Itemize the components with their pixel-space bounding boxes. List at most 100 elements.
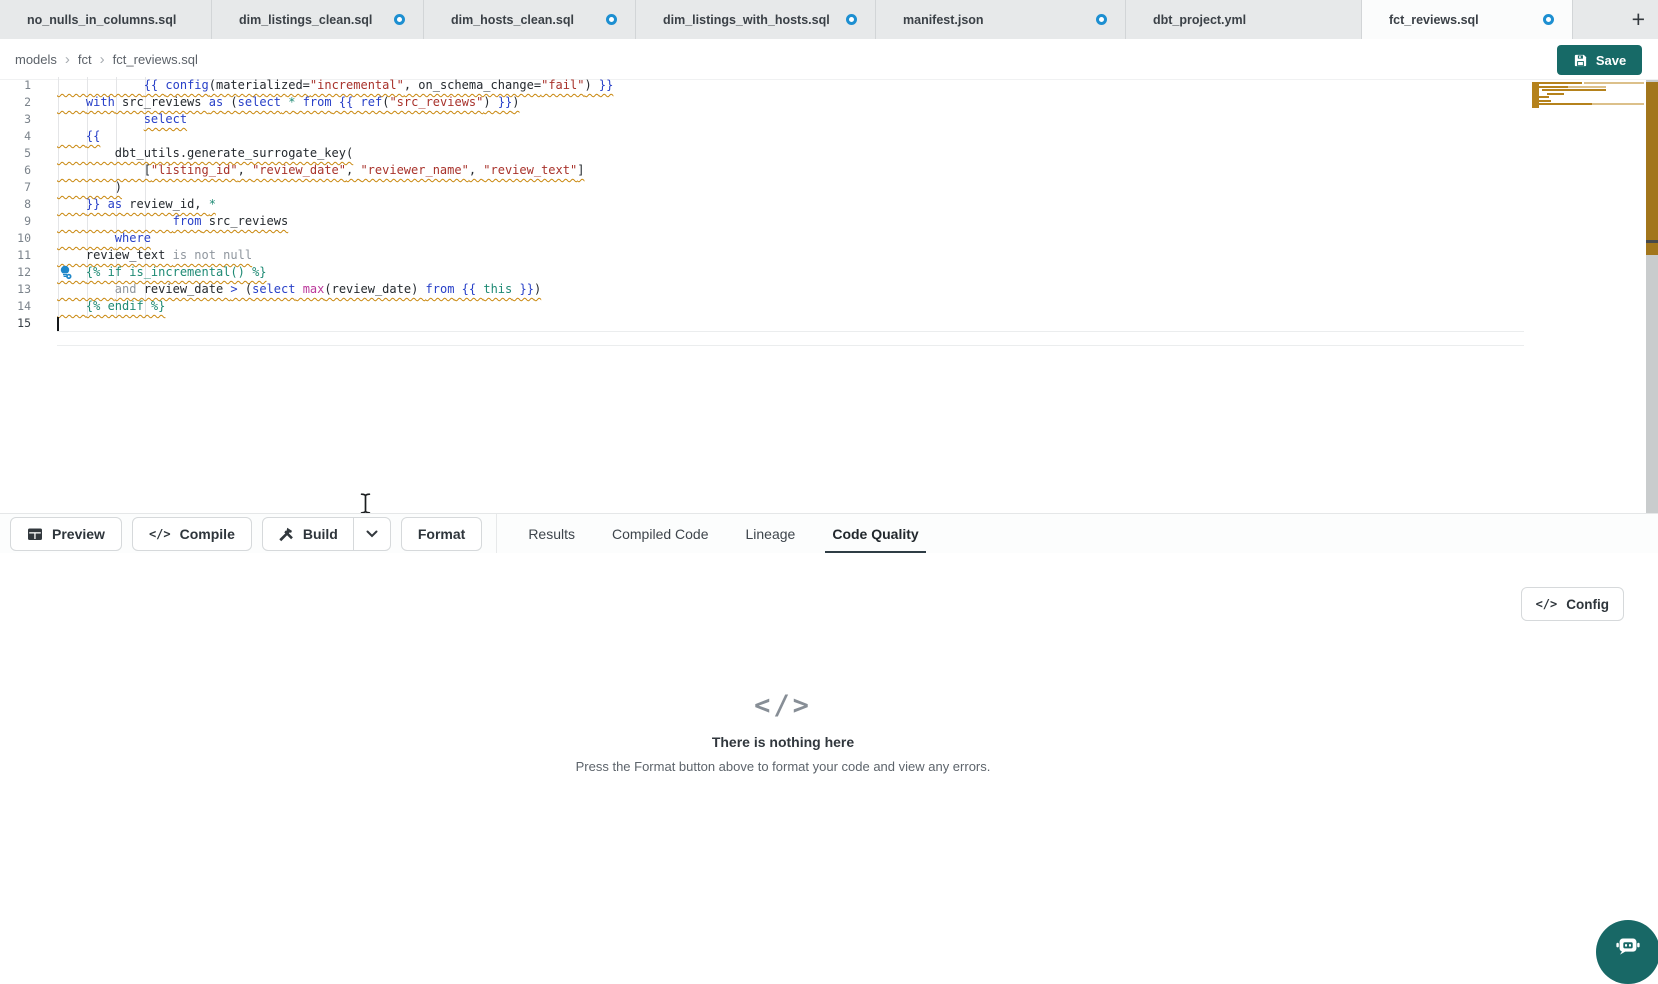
line-content: select — [57, 111, 187, 128]
line-number: 2 — [0, 94, 31, 111]
save-button[interactable]: Save — [1557, 45, 1642, 75]
text-caret — [57, 317, 59, 331]
code-line-1[interactable]: 1 {{ config(materialized="incremental", … — [0, 77, 1524, 94]
format-label: Format — [418, 526, 465, 542]
line-number: 12 — [0, 264, 31, 281]
code-icon: </> — [1536, 597, 1558, 611]
code-slash-icon: </> — [0, 690, 1566, 721]
line-number: 15 — [0, 315, 31, 332]
breadcrumb-item-fct[interactable]: fct — [78, 52, 92, 67]
unsaved-dot — [394, 14, 405, 25]
line-number: 7 — [0, 179, 31, 196]
preview-label: Preview — [52, 526, 105, 542]
chatbot-button[interactable] — [1596, 920, 1658, 984]
config-label: Config — [1566, 597, 1609, 612]
line-content: ["listing_id", "review_date", "reviewer_… — [57, 162, 584, 179]
build-label: Build — [303, 526, 338, 542]
code-line-5[interactable]: 5 dbt_utils.generate_surrogate_key( — [0, 145, 1524, 162]
panel-tab-compiled-code[interactable]: Compiled Code — [612, 514, 709, 554]
chevron-down-icon — [366, 530, 378, 538]
line-content: {{ config(materialized="incremental", on… — [57, 77, 613, 94]
code-line-13[interactable]: 13 and review_date > (select max(review_… — [0, 281, 1524, 298]
file-tab-dim_hosts_clean.sql[interactable]: dim_hosts_clean.sql — [424, 0, 636, 39]
breadcrumb-item-models[interactable]: models — [15, 52, 57, 67]
line-content: dbt_utils.generate_surrogate_key( — [57, 145, 353, 162]
tab-label: dim_hosts_clean.sql — [451, 13, 574, 27]
minimap[interactable] — [1524, 80, 1644, 513]
file-tab-manifest.json[interactable]: manifest.json — [876, 0, 1126, 39]
line-number: 3 — [0, 111, 31, 128]
line-number: 14 — [0, 298, 31, 315]
overview-ruler-scrollbar[interactable] — [1646, 80, 1658, 513]
panel-tab-label: Lineage — [746, 526, 796, 542]
line-number: 10 — [0, 230, 31, 247]
code-quality-panel: </> Config </> There is nothing here Pre… — [0, 553, 1658, 955]
save-label: Save — [1596, 53, 1626, 68]
compile-label: Compile — [180, 526, 235, 542]
line-content: {{ — [57, 128, 100, 145]
line-number: 8 — [0, 196, 31, 213]
unsaved-dot — [606, 14, 617, 25]
code-lines: 1 {{ config(materialized="incremental", … — [0, 77, 1524, 332]
unsaved-dot — [1096, 14, 1107, 25]
code-line-10[interactable]: 10 where — [0, 230, 1524, 247]
code-line-11[interactable]: 11 review_text is not null — [0, 247, 1524, 264]
toolbar-divider — [496, 514, 497, 554]
tab-strip: no_nulls_in_columns.sql dim_listings_clea… — [0, 0, 1573, 39]
file-tab-no_nulls_in_columns.sql[interactable]: no_nulls_in_columns.sql — [0, 0, 212, 39]
code-line-3[interactable]: 3 select — [0, 111, 1524, 128]
tab-label: dbt_project.yml — [1153, 13, 1246, 27]
code-line-15[interactable]: 15 — [0, 315, 1524, 332]
panel-tabs: Results Compiled Code Lineage Code Quality — [528, 514, 918, 554]
empty-state-title: There is nothing here — [0, 734, 1566, 750]
build-button[interactable]: Build — [263, 518, 353, 550]
code-line-14[interactable]: 14 {% endif %} — [0, 298, 1524, 315]
line-content: where — [57, 230, 151, 247]
warning-marks — [1646, 82, 1658, 255]
code-line-7[interactable]: 7 ) — [0, 179, 1524, 196]
lightbulb-autofix-icon[interactable] — [58, 265, 72, 280]
compile-button[interactable]: </> Compile — [132, 517, 252, 551]
build-split-button: Build — [262, 517, 391, 551]
config-button[interactable]: </> Config — [1521, 587, 1624, 621]
breadcrumb-item-fct_reviews.sql: fct_reviews.sql — [113, 52, 198, 67]
file-tab-dim_listings_with_hosts.sql[interactable]: dim_listings_with_hosts.sql — [636, 0, 876, 39]
line-content: }} as review_id, * — [57, 196, 216, 213]
line-number: 9 — [0, 213, 31, 230]
tab-label: no_nulls_in_columns.sql — [27, 13, 176, 27]
format-button[interactable]: Format — [401, 517, 482, 551]
line-number: 5 — [0, 145, 31, 162]
file-tab-fct_reviews.sql[interactable]: fct_reviews.sql — [1362, 0, 1573, 39]
breadcrumb: models›fct›fct_reviews.sql — [15, 51, 198, 68]
save-icon — [1573, 53, 1588, 68]
code-line-9[interactable]: 9 from src_reviews — [0, 213, 1524, 230]
panel-tab-lineage[interactable]: Lineage — [746, 514, 796, 554]
preview-button[interactable]: Preview — [10, 517, 122, 551]
new-tab-button[interactable]: + — [1632, 6, 1645, 32]
file-tab-dbt_project.yml[interactable]: dbt_project.yml — [1126, 0, 1362, 39]
panel-tab-results[interactable]: Results — [528, 514, 575, 554]
breadcrumb-bar: models›fct›fct_reviews.sql — [0, 39, 1658, 80]
line-number: 4 — [0, 128, 31, 145]
line-content: {% if is_incremental() %} — [57, 264, 267, 281]
line-content: {% endif %} — [57, 298, 165, 315]
line-number: 11 — [0, 247, 31, 264]
build-dropdown-button[interactable] — [353, 518, 390, 550]
code-line-12[interactable]: 12 {% if is_incremental() %} — [0, 264, 1524, 281]
empty-state: </> There is nothing here Press the Form… — [0, 690, 1566, 774]
line-content: from src_reviews — [57, 213, 288, 230]
editor-toolbar: Preview </> Compile Build Format Results… — [0, 513, 1658, 553]
code-line-8[interactable]: 8 }} as review_id, * — [0, 196, 1524, 213]
code-line-6[interactable]: 6 ["listing_id", "review_date", "reviewe… — [0, 162, 1524, 179]
panel-tab-code-quality[interactable]: Code Quality — [832, 514, 918, 554]
line-number: 6 — [0, 162, 31, 179]
panel-tab-label: Code Quality — [832, 526, 918, 542]
file-tab-dim_listings_clean.sql[interactable]: dim_listings_clean.sql — [212, 0, 424, 39]
robot-chat-icon — [1613, 931, 1643, 961]
code-line-2[interactable]: 2 with src_reviews as (select * from {{ … — [0, 94, 1524, 111]
line-number: 13 — [0, 281, 31, 298]
line-number: 1 — [0, 77, 31, 94]
code-line-4[interactable]: 4 {{ — [0, 128, 1524, 145]
code-editor[interactable]: 1 {{ config(materialized="incremental", … — [0, 80, 1658, 513]
tab-label: fct_reviews.sql — [1389, 13, 1479, 27]
